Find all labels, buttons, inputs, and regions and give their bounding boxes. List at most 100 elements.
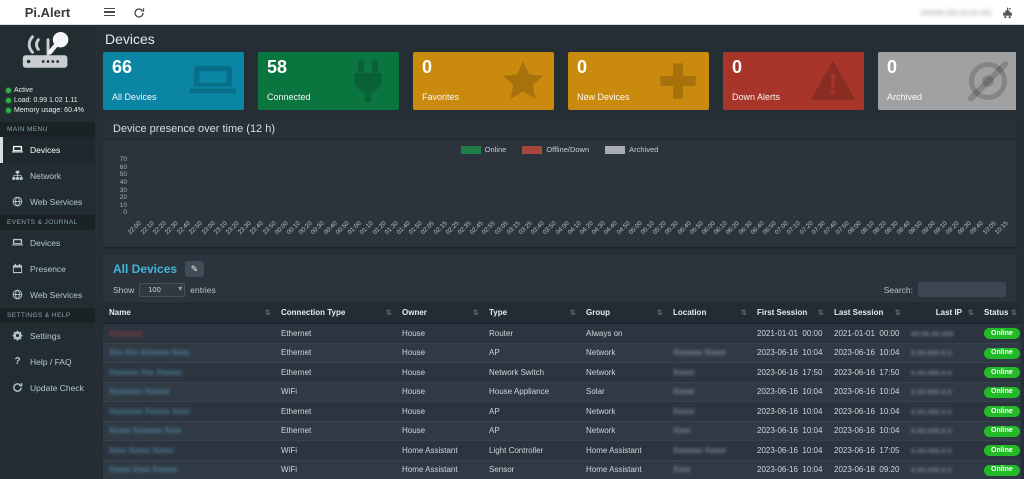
sidebar-item-web-services[interactable]: Web Services	[0, 189, 95, 215]
sidebar-item-devices[interactable]: Devices	[0, 137, 95, 163]
card-label: Favorites	[422, 92, 459, 102]
legend-swatch-icon	[522, 146, 542, 154]
table-row: Xxxx Xxxxx XxxxxWiFiHome AssistantLight …	[103, 441, 1021, 461]
device-name-link[interactable]: Xxxxxxxx Xxxxxx	[109, 387, 170, 396]
first-session-cell-wrap: 2021-01-01 00:00	[751, 324, 828, 344]
owner-cell-wrap: House	[396, 382, 483, 402]
stat-card-archived[interactable]: 0Archived	[878, 52, 1016, 110]
group-cell-wrap: Network	[580, 421, 667, 441]
connection-type-cell-wrap: Ethernet	[275, 343, 396, 363]
last-session-cell: 2023-06-16 10:04	[834, 426, 899, 435]
first-session-cell: 2021-01-01 00:00	[757, 329, 822, 338]
stat-card-connected[interactable]: 58Connected	[258, 52, 399, 110]
owner-cell-wrap: House	[396, 324, 483, 344]
device-name-link[interactable]: Xxxxxxxx Xxxxxx Xxxx	[109, 407, 189, 416]
table-row: Xxx Xxx Xxxxxxx XxxxEthernetHouseAPNetwo…	[103, 343, 1021, 363]
device-name-link[interactable]: Xxxxx Xxxx Xxxxxx	[109, 465, 177, 474]
x-tick-label: 04:50	[618, 219, 627, 245]
system-machine-icon[interactable]	[1001, 6, 1014, 19]
first-session-cell: 2023-06-16 10:04	[757, 446, 822, 455]
last-session-cell: 2023-06-16 17:05	[834, 446, 899, 455]
last-session-cell: 2023-06-16 10:04	[834, 387, 899, 396]
type-cell-wrap: AP	[483, 343, 580, 363]
x-tick-label: 00:20	[301, 219, 310, 245]
column-header-name[interactable]: Name⇅	[103, 302, 275, 324]
search-input[interactable]	[918, 282, 1006, 297]
column-header-last-ip[interactable]: Last IP⇅	[905, 302, 978, 324]
column-header-owner[interactable]: Owner⇅	[396, 302, 483, 324]
column-header-type[interactable]: Type⇅	[483, 302, 580, 324]
legend-item-online[interactable]: Online	[461, 145, 507, 154]
presence-chart[interactable]: 706050403020100 22:0022:1022:2022:3022:4…	[113, 157, 1006, 245]
refresh-button[interactable]	[124, 0, 154, 24]
x-tick-label: 04:40	[606, 219, 615, 245]
x-tick-label: 08:50	[911, 219, 920, 245]
x-tick-label: 08:20	[874, 219, 883, 245]
x-tick-label: 23:30	[240, 219, 249, 245]
column-header-first-session[interactable]: First Session⇅	[751, 302, 828, 324]
sidebar-item-web-services[interactable]: Web Services	[0, 282, 95, 308]
star-icon	[500, 58, 546, 104]
x-tick-label: 10:15	[996, 219, 1005, 245]
x-tick-label: 05:00	[630, 219, 639, 245]
table-row: Xxxxxxx Xxx XxxxxxEthernetHouseNetwork S…	[103, 363, 1021, 383]
column-header-status[interactable]: Status⇅	[978, 302, 1021, 324]
status-badge: Online	[984, 367, 1020, 378]
x-tick-label: 05:10	[643, 219, 652, 245]
sidebar-item-settings[interactable]: Settings	[0, 323, 95, 349]
stat-card-down-alerts[interactable]: 0Down Alerts	[723, 52, 864, 110]
device-name-link-wrap: Xxxxx Xxxxxxx Xxxx	[103, 421, 275, 441]
x-tick-label: 01:20	[374, 219, 383, 245]
edit-button[interactable]: ✎	[185, 261, 204, 277]
chart-x-labels: 22:0022:1022:2022:3022:4022:5023:0023:10…	[130, 219, 1006, 245]
menu-section-header: SETTINGS & HELP	[0, 308, 95, 323]
x-tick-label: 03:15	[508, 219, 517, 245]
sort-icon: ⇅	[570, 308, 576, 317]
legend-item-offline-down[interactable]: Offline/Down	[522, 145, 589, 154]
device-name-link[interactable]: Xxxxxxx Xxx Xxxxxx	[109, 368, 181, 377]
connection-type-cell: WiFi	[281, 446, 297, 455]
sort-icon: ⇅	[1011, 308, 1017, 317]
stat-card-all-devices[interactable]: 66All Devices	[103, 52, 244, 110]
owner-cell-wrap: House	[396, 343, 483, 363]
last-ip-cell: x.xx.xxx.x.x	[911, 348, 966, 357]
last-ip-cell-wrap: x.xx.xxx.x.x	[905, 382, 978, 402]
entries-select[interactable]: 100	[139, 283, 185, 297]
table-row: XxxxxxxxEthernetHouseRouterAlways on2021…	[103, 324, 1021, 344]
device-name-link[interactable]: Xxxxx Xxxxxxx Xxxx	[109, 426, 181, 435]
first-session-cell-wrap: 2023-06-16 10:04	[751, 382, 828, 402]
sidebar-item-help-faq[interactable]: ?Help / FAQ	[0, 349, 95, 375]
group-cell: Network	[586, 426, 615, 435]
search-label: Search:	[884, 285, 913, 295]
sidebar-toggle-button[interactable]	[95, 0, 124, 24]
sidebar-item-devices[interactable]: Devices	[0, 230, 95, 256]
y-axis-tick: 0	[113, 210, 127, 217]
table-row: Xxxxx Xxxx XxxxxxWiFiHome AssistantSenso…	[103, 460, 1021, 479]
connection-type-cell-wrap: WiFi	[275, 441, 396, 461]
app-logo[interactable]: Pi.Alert	[0, 5, 95, 20]
sidebar-item-update-check[interactable]: Update Check	[0, 375, 95, 401]
stat-card-favorites[interactable]: 0Favorites	[413, 52, 554, 110]
last-ip-cell-wrap: xx.xx.xx.xxx	[905, 324, 978, 344]
legend-item-archived[interactable]: Archived	[605, 145, 658, 154]
stat-card-new-devices[interactable]: 0New Devices	[568, 52, 709, 110]
group-cell-wrap: Network	[580, 363, 667, 383]
x-tick-label: 23:40	[252, 219, 261, 245]
location-cell-wrap	[667, 324, 751, 344]
top-navbar: Pi.Alert xxxxxx (xx.xx.xx.xx)	[0, 0, 1024, 25]
column-header-group[interactable]: Group⇅	[580, 302, 667, 324]
owner-cell: House	[402, 426, 425, 435]
sidebar-item-network[interactable]: Network	[0, 163, 95, 189]
legend-swatch-icon	[461, 146, 481, 154]
column-header-connection-type[interactable]: Connection Type⇅	[275, 302, 396, 324]
device-name-link[interactable]: Xxxxxxxx	[109, 329, 142, 338]
column-header-location[interactable]: Location⇅	[667, 302, 751, 324]
system-status-list: Active Load: 0.99 1.02 1.11 Memory usage…	[0, 84, 95, 122]
device-name-link[interactable]: Xxxx Xxxxx Xxxxx	[109, 446, 173, 455]
device-name-link[interactable]: Xxx Xxx Xxxxxxx Xxxx	[109, 348, 189, 357]
user-host-label: xxxxxx (xx.xx.xx.xx)	[921, 8, 991, 17]
column-header-last-session[interactable]: Last Session⇅	[828, 302, 905, 324]
x-tick-label: 03:50	[545, 219, 554, 245]
sidebar-item-label: Web Services	[30, 197, 82, 207]
sidebar-item-presence[interactable]: Presence	[0, 256, 95, 282]
